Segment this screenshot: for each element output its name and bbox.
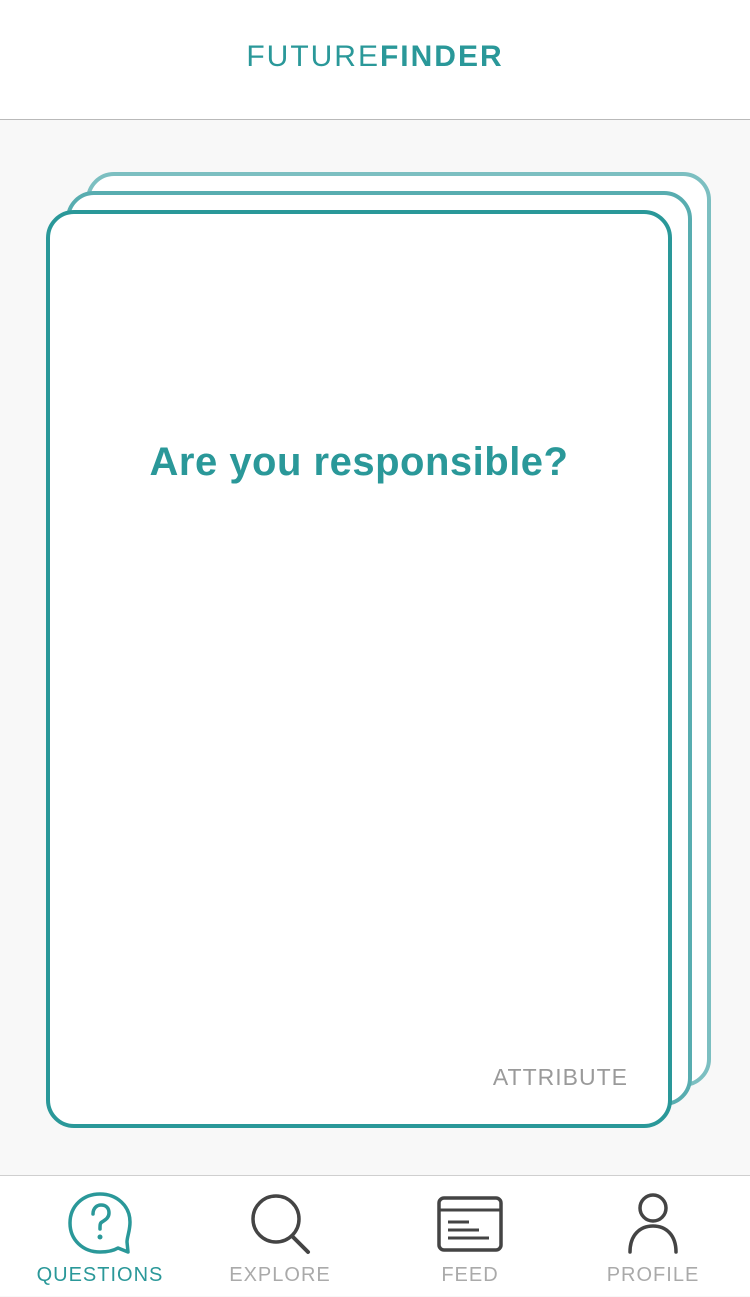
app-logo: FUTUREFINDER [0, 40, 750, 74]
tab-questions-label: QUESTIONS [36, 1264, 164, 1286]
logo-text-light: FUTURE [246, 40, 380, 73]
tab-explore-label: EXPLORE [229, 1264, 331, 1286]
tab-feed[interactable]: FEED [390, 1176, 550, 1297]
feed-icon [437, 1196, 503, 1252]
tab-profile-label: PROFILE [606, 1264, 700, 1286]
question-bubble-icon [68, 1192, 132, 1254]
card-category-label: ATTRIBUTE [492, 1064, 628, 1090]
tab-profile[interactable]: PROFILE [573, 1176, 733, 1297]
search-icon [251, 1194, 310, 1254]
tab-feed-label: FEED [441, 1264, 499, 1286]
question-card[interactable]: Are you responsible? ATTRIBUTE [46, 210, 672, 1128]
tab-explore[interactable]: EXPLORE [200, 1176, 360, 1297]
app-header: FUTUREFINDER [0, 0, 750, 120]
question-text: Are you responsible? [149, 440, 569, 484]
logo-text-bold: FINDER [379, 40, 504, 73]
tab-questions[interactable]: QUESTIONS [20, 1176, 180, 1297]
person-icon [628, 1193, 678, 1254]
bottom-tab-bar: QUESTIONS EXPLORE FEED PROFILE [0, 1175, 750, 1296]
